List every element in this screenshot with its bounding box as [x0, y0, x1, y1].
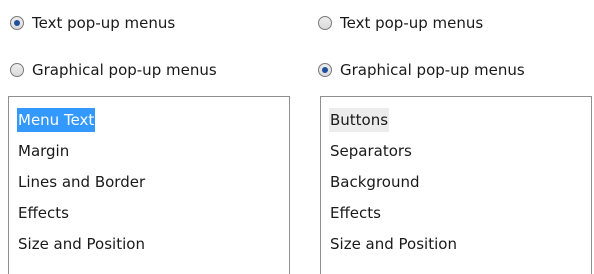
radio-label: Text pop-up menus: [340, 14, 484, 32]
radio-button-unchecked-icon[interactable]: [318, 16, 332, 30]
text-popup-radio[interactable]: Text pop-up menus: [10, 10, 175, 36]
graphical-settings-list[interactable]: Buttons Separators Background Effects Si…: [320, 96, 592, 274]
list-item-separators[interactable]: Separators: [321, 136, 591, 167]
menu-settings-list[interactable]: Menu Text Margin Lines and Border Effect…: [8, 96, 290, 274]
list-item-background[interactable]: Background: [321, 167, 591, 198]
radio-button-checked-icon[interactable]: [318, 63, 332, 77]
list-item-size-and-position[interactable]: Size and Position: [321, 229, 591, 260]
graphical-popup-radio[interactable]: Graphical pop-up menus: [10, 57, 217, 83]
list-item-menu-text[interactable]: Menu Text: [9, 105, 289, 136]
radio-label: Graphical pop-up menus: [340, 61, 525, 79]
list-item-effects[interactable]: Effects: [321, 198, 591, 229]
radio-label: Text pop-up menus: [32, 14, 176, 32]
list-item-margin[interactable]: Margin: [9, 136, 289, 167]
graphical-popup-radio[interactable]: Graphical pop-up menus: [318, 57, 525, 83]
radio-button-checked-icon[interactable]: [10, 16, 24, 30]
radio-label: Graphical pop-up menus: [32, 61, 217, 79]
list-item-lines-and-border[interactable]: Lines and Border: [9, 167, 289, 198]
radio-button-unchecked-icon[interactable]: [10, 63, 24, 77]
text-popup-radio[interactable]: Text pop-up menus: [318, 10, 483, 36]
list-item-size-and-position[interactable]: Size and Position: [9, 229, 289, 260]
list-item-buttons[interactable]: Buttons: [321, 105, 591, 136]
list-item-effects[interactable]: Effects: [9, 198, 289, 229]
